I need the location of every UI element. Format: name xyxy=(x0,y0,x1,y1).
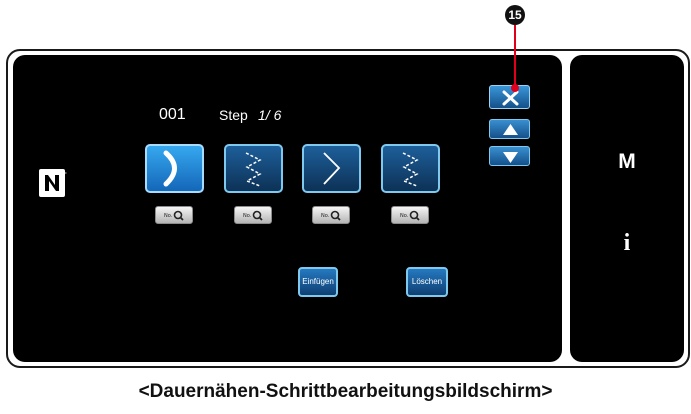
search-label: No. xyxy=(321,213,330,219)
delete-button[interactable]: Löschen xyxy=(406,267,448,297)
step-counter: 1/ 6 xyxy=(258,107,282,123)
pattern-search-button-4[interactable]: No. xyxy=(391,206,429,224)
callout-number: 15 xyxy=(508,8,522,22)
program-number: 001 xyxy=(159,106,186,123)
nfc-icon: TM xyxy=(38,168,68,198)
arrow-up-icon xyxy=(503,124,518,135)
search-label: No. xyxy=(243,213,252,219)
zigzag-stitch-icon xyxy=(323,152,341,185)
pattern-button-4[interactable] xyxy=(381,144,440,193)
pattern-search-button-3[interactable]: No. xyxy=(312,206,350,224)
curve-stitch-icon xyxy=(163,150,177,187)
close-button[interactable] xyxy=(489,85,530,109)
pattern-search-button-1[interactable]: No. xyxy=(155,206,193,224)
mode-button[interactable]: M xyxy=(612,150,642,174)
search-label: No. xyxy=(400,213,409,219)
side-panel xyxy=(570,55,684,362)
scroll-down-button[interactable] xyxy=(489,146,530,166)
pattern-search-button-2[interactable]: No. xyxy=(234,206,272,224)
insert-button[interactable]: Einfügen xyxy=(298,267,338,297)
caption: <Dauernähen-Schrittbearbeitungsbildschir… xyxy=(138,381,553,402)
pattern-button-3[interactable] xyxy=(302,144,361,193)
close-icon xyxy=(502,90,519,106)
zigzag-stitch-icon xyxy=(402,152,419,187)
pattern-button-2[interactable] xyxy=(224,144,283,193)
pattern-button-1[interactable] xyxy=(145,144,204,193)
scroll-up-button[interactable] xyxy=(489,119,530,139)
arrow-down-icon xyxy=(503,152,518,163)
callout-badge: 15 xyxy=(505,5,525,25)
svg-text:TM: TM xyxy=(61,171,67,175)
info-button[interactable]: i xyxy=(612,230,642,257)
zigzag-stitch-icon xyxy=(245,152,262,187)
search-label: No. xyxy=(164,213,173,219)
main-panel xyxy=(13,55,562,362)
step-label: Step xyxy=(219,107,248,123)
